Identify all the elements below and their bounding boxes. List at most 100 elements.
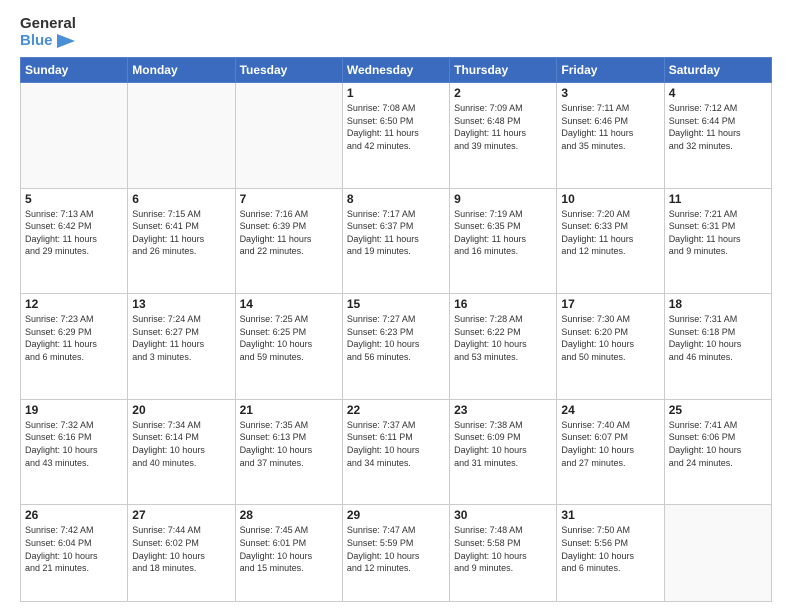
calendar-cell <box>235 83 342 189</box>
calendar-cell: 28 Sunrise: 7:45 AM Sunset: 6:01 PM Dayli… <box>235 505 342 602</box>
calendar-cell: 6Sunrise: 7:15 AM Sunset: 6:41 PM Daylig… <box>128 188 235 294</box>
calendar-cell: 3 Sunrise: 7:11 AM Sunset: 6:46 PM Daylig… <box>557 83 664 189</box>
weekday-header: Wednesday <box>342 58 449 83</box>
day-info: Sunrise: 7:12 AM Sunset: 6:44 PM Dayligh… <box>669 102 767 152</box>
day-number: 5 <box>25 192 123 206</box>
calendar-cell: 31 Sunrise: 7:50 AM Sunset: 5:56 PM Dayli… <box>557 505 664 602</box>
day-info: Sunrise: 7:23 AM Sunset: 6:29 PM Dayligh… <box>25 313 123 363</box>
calendar-week-row: 5Sunrise: 7:13 AM Sunset: 6:42 PM Daylig… <box>21 188 772 294</box>
day-info: Sunrise: 7:17 AM Sunset: 6:37 PM Dayligh… <box>347 208 445 258</box>
day-number: 11 <box>669 192 767 206</box>
day-info: Sunrise: 7:20 AM Sunset: 6:33 PM Dayligh… <box>561 208 659 258</box>
day-number: 8 <box>347 192 445 206</box>
day-number: 19 <box>25 403 123 417</box>
day-number: 2 <box>454 86 552 100</box>
day-number: 18 <box>669 297 767 311</box>
day-info: Sunrise: 7:15 AM Sunset: 6:41 PM Dayligh… <box>132 208 230 258</box>
calendar-cell: 23 Sunrise: 7:38 AM Sunset: 6:09 PM Dayli… <box>450 399 557 505</box>
day-info: Sunrise: 7:24 AM Sunset: 6:27 PM Dayligh… <box>132 313 230 363</box>
day-number: 30 <box>454 508 552 522</box>
calendar-cell: 9 Sunrise: 7:19 AM Sunset: 6:35 PM Daylig… <box>450 188 557 294</box>
day-info: Sunrise: 7:40 AM Sunset: 6:07 PM Dayligh… <box>561 419 659 469</box>
calendar-cell: 19 Sunrise: 7:32 AM Sunset: 6:16 PM Dayli… <box>21 399 128 505</box>
weekday-header: Sunday <box>21 58 128 83</box>
calendar-cell: 21 Sunrise: 7:35 AM Sunset: 6:13 PM Dayli… <box>235 399 342 505</box>
day-info: Sunrise: 7:44 AM Sunset: 6:02 PM Dayligh… <box>132 524 230 574</box>
logo: General Blue <box>20 16 76 49</box>
day-number: 31 <box>561 508 659 522</box>
day-info: Sunrise: 7:19 AM Sunset: 6:35 PM Dayligh… <box>454 208 552 258</box>
calendar-cell: 7 Sunrise: 7:16 AM Sunset: 6:39 PM Daylig… <box>235 188 342 294</box>
day-info: Sunrise: 7:25 AM Sunset: 6:25 PM Dayligh… <box>240 313 338 363</box>
day-info: Sunrise: 7:47 AM Sunset: 5:59 PM Dayligh… <box>347 524 445 574</box>
calendar-cell <box>128 83 235 189</box>
weekday-header: Monday <box>128 58 235 83</box>
logo-blue: Blue <box>20 33 76 50</box>
calendar-cell: 26 Sunrise: 7:42 AM Sunset: 6:04 PM Dayli… <box>21 505 128 602</box>
day-number: 27 <box>132 508 230 522</box>
day-number: 3 <box>561 86 659 100</box>
day-info: Sunrise: 7:38 AM Sunset: 6:09 PM Dayligh… <box>454 419 552 469</box>
day-info: Sunrise: 7:37 AM Sunset: 6:11 PM Dayligh… <box>347 419 445 469</box>
calendar-cell: 2 Sunrise: 7:09 AM Sunset: 6:48 PM Daylig… <box>450 83 557 189</box>
calendar-cell: 15 Sunrise: 7:27 AM Sunset: 6:23 PM Dayli… <box>342 294 449 400</box>
day-info: Sunrise: 7:30 AM Sunset: 6:20 PM Dayligh… <box>561 313 659 363</box>
day-info: Sunrise: 7:08 AM Sunset: 6:50 PM Dayligh… <box>347 102 445 152</box>
day-info: Sunrise: 7:11 AM Sunset: 6:46 PM Dayligh… <box>561 102 659 152</box>
day-info: Sunrise: 7:32 AM Sunset: 6:16 PM Dayligh… <box>25 419 123 469</box>
day-info: Sunrise: 7:42 AM Sunset: 6:04 PM Dayligh… <box>25 524 123 574</box>
day-number: 20 <box>132 403 230 417</box>
calendar-cell <box>664 505 771 602</box>
calendar-week-row: 1 Sunrise: 7:08 AM Sunset: 6:50 PM Daylig… <box>21 83 772 189</box>
day-info: Sunrise: 7:16 AM Sunset: 6:39 PM Dayligh… <box>240 208 338 258</box>
day-info: Sunrise: 7:09 AM Sunset: 6:48 PM Dayligh… <box>454 102 552 152</box>
weekday-header: Tuesday <box>235 58 342 83</box>
weekday-header-row: SundayMondayTuesdayWednesdayThursdayFrid… <box>21 58 772 83</box>
calendar-cell: 10Sunrise: 7:20 AM Sunset: 6:33 PM Dayli… <box>557 188 664 294</box>
day-number: 15 <box>347 297 445 311</box>
calendar-cell: 22Sunrise: 7:37 AM Sunset: 6:11 PM Dayli… <box>342 399 449 505</box>
day-number: 1 <box>347 86 445 100</box>
day-info: Sunrise: 7:27 AM Sunset: 6:23 PM Dayligh… <box>347 313 445 363</box>
logo-arrow-icon <box>57 34 75 48</box>
calendar-cell: 1 Sunrise: 7:08 AM Sunset: 6:50 PM Daylig… <box>342 83 449 189</box>
calendar-cell: 18 Sunrise: 7:31 AM Sunset: 6:18 PM Dayli… <box>664 294 771 400</box>
calendar-cell: 11 Sunrise: 7:21 AM Sunset: 6:31 PM Dayli… <box>664 188 771 294</box>
day-info: Sunrise: 7:41 AM Sunset: 6:06 PM Dayligh… <box>669 419 767 469</box>
day-number: 24 <box>561 403 659 417</box>
calendar-cell: 16Sunrise: 7:28 AM Sunset: 6:22 PM Dayli… <box>450 294 557 400</box>
logo-general: General <box>20 16 76 33</box>
calendar-table: SundayMondayTuesdayWednesdayThursdayFrid… <box>20 57 772 602</box>
day-info: Sunrise: 7:31 AM Sunset: 6:18 PM Dayligh… <box>669 313 767 363</box>
day-number: 26 <box>25 508 123 522</box>
header: General Blue <box>20 16 772 49</box>
calendar-cell: 4Sunrise: 7:12 AM Sunset: 6:44 PM Daylig… <box>664 83 771 189</box>
calendar-week-row: 19 Sunrise: 7:32 AM Sunset: 6:16 PM Dayli… <box>21 399 772 505</box>
day-info: Sunrise: 7:50 AM Sunset: 5:56 PM Dayligh… <box>561 524 659 574</box>
day-info: Sunrise: 7:45 AM Sunset: 6:01 PM Dayligh… <box>240 524 338 574</box>
day-number: 9 <box>454 192 552 206</box>
day-number: 7 <box>240 192 338 206</box>
day-info: Sunrise: 7:34 AM Sunset: 6:14 PM Dayligh… <box>132 419 230 469</box>
day-number: 14 <box>240 297 338 311</box>
calendar-cell: 5Sunrise: 7:13 AM Sunset: 6:42 PM Daylig… <box>21 188 128 294</box>
weekday-header: Saturday <box>664 58 771 83</box>
day-number: 17 <box>561 297 659 311</box>
day-number: 12 <box>25 297 123 311</box>
calendar-cell: 20 Sunrise: 7:34 AM Sunset: 6:14 PM Dayli… <box>128 399 235 505</box>
day-number: 21 <box>240 403 338 417</box>
calendar-cell: 25 Sunrise: 7:41 AM Sunset: 6:06 PM Dayli… <box>664 399 771 505</box>
day-number: 28 <box>240 508 338 522</box>
weekday-header: Thursday <box>450 58 557 83</box>
day-number: 25 <box>669 403 767 417</box>
day-number: 16 <box>454 297 552 311</box>
calendar-cell: 13 Sunrise: 7:24 AM Sunset: 6:27 PM Dayli… <box>128 294 235 400</box>
day-number: 29 <box>347 508 445 522</box>
calendar-cell: 30Sunrise: 7:48 AM Sunset: 5:58 PM Dayli… <box>450 505 557 602</box>
day-info: Sunrise: 7:35 AM Sunset: 6:13 PM Dayligh… <box>240 419 338 469</box>
weekday-header: Friday <box>557 58 664 83</box>
calendar-cell: 27 Sunrise: 7:44 AM Sunset: 6:02 PM Dayli… <box>128 505 235 602</box>
day-number: 13 <box>132 297 230 311</box>
day-number: 23 <box>454 403 552 417</box>
day-info: Sunrise: 7:21 AM Sunset: 6:31 PM Dayligh… <box>669 208 767 258</box>
